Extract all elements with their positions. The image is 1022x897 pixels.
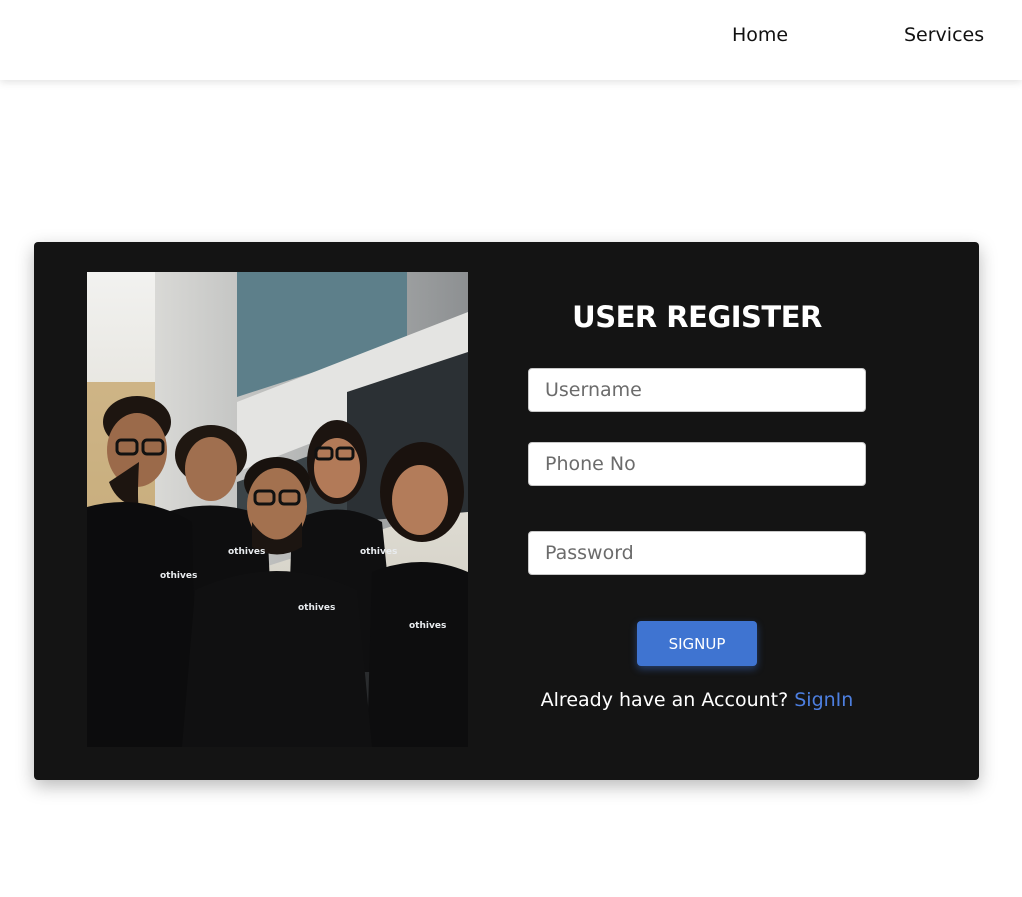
account-prompt-text: Already have an Account? — [540, 689, 789, 711]
signin-link[interactable]: SignIn — [794, 689, 853, 711]
register-form: USER REGISTER SIGNUP Already have an Acc… — [528, 242, 866, 780]
password-field[interactable] — [528, 531, 866, 575]
signup-button[interactable]: SIGNUP — [637, 621, 757, 666]
nav-link-services[interactable]: Services — [904, 24, 984, 46]
phone-field[interactable] — [528, 442, 866, 486]
register-title: USER REGISTER — [572, 300, 822, 334]
top-navbar: Home Services — [0, 0, 1022, 80]
shirt-logo-back-left: othives — [228, 547, 265, 557]
shirt-logo-left: othives — [160, 571, 197, 581]
shirt-logo-back-right: othives — [360, 547, 397, 557]
nav-link-home[interactable]: Home — [732, 24, 788, 46]
register-card: othives othives othives othives othives … — [34, 242, 979, 780]
shirt-logo-right: othives — [409, 621, 446, 631]
username-field[interactable] — [528, 368, 866, 412]
signin-prompt: Already have an Account? SignIn — [528, 689, 866, 711]
team-photo: othives othives othives othives othives — [87, 272, 468, 747]
shirt-logo-center: othives — [298, 603, 335, 613]
